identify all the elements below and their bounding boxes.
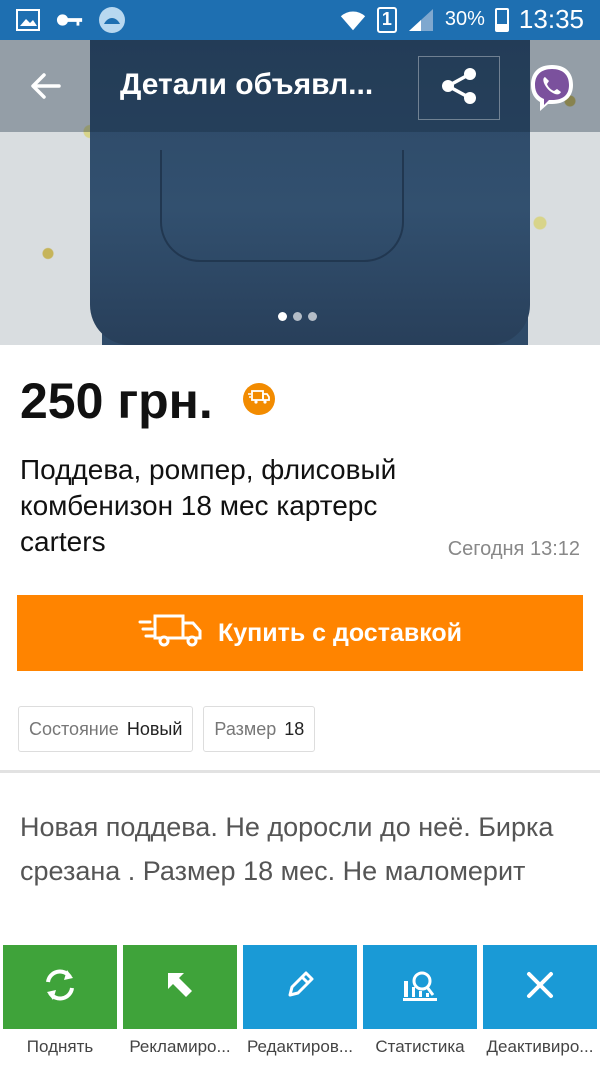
action-tile[interactable] bbox=[243, 945, 357, 1029]
action-label: Поднять bbox=[26, 1037, 94, 1056]
viber-button[interactable] bbox=[520, 58, 584, 122]
buy-with-delivery-button[interactable]: Купить с доставкой bbox=[17, 595, 583, 671]
clock: 13:35 bbox=[518, 4, 584, 34]
app-toolbar: Детали объявл... bbox=[0, 40, 600, 132]
back-arrow-icon bbox=[31, 72, 61, 104]
posted-date: Сегодня 13:12 bbox=[447, 538, 580, 560]
promote-button[interactable]: Рекламиро... bbox=[123, 945, 237, 1065]
action-label: Редактиров... bbox=[246, 1037, 354, 1056]
action-label: Статистика bbox=[375, 1037, 465, 1056]
wifi-icon bbox=[339, 6, 367, 34]
share-button[interactable] bbox=[418, 56, 500, 120]
page-title: Детали объявл... bbox=[120, 68, 374, 101]
status-bar: 1 30% 13:35 bbox=[0, 0, 600, 40]
statistics-button[interactable]: Статистика bbox=[363, 945, 477, 1065]
battery-fill bbox=[496, 23, 507, 30]
owner-actions-bar: Поднять Рекламиро... Редактиров... Статисти… bbox=[0, 945, 600, 1065]
battery-percent: 30% bbox=[444, 8, 485, 30]
gallery-dot bbox=[278, 312, 287, 321]
action-tile[interactable] bbox=[3, 945, 117, 1029]
param-value: Новый bbox=[126, 718, 183, 739]
lift-button[interactable]: Поднять bbox=[3, 945, 117, 1065]
sim-slot-badge: 1 bbox=[376, 6, 397, 33]
garment-pocket bbox=[160, 150, 404, 262]
delivery-badge bbox=[243, 383, 275, 415]
section-divider bbox=[0, 770, 600, 773]
deactivate-button[interactable]: Деактивиро... bbox=[483, 945, 597, 1065]
gallery-indicator bbox=[278, 312, 317, 321]
truck-icon bbox=[248, 389, 270, 409]
edit-button[interactable]: Редактиров... bbox=[243, 945, 357, 1065]
gallery-dot bbox=[308, 312, 317, 321]
pencil-icon bbox=[282, 967, 318, 1008]
key-icon bbox=[56, 6, 84, 34]
delivery-truck-icon bbox=[138, 613, 204, 654]
listing-title: Поддева, ромпер, флисовый комбенизон 18 … bbox=[20, 454, 397, 557]
gallery-dot bbox=[293, 312, 302, 321]
battery-icon bbox=[494, 7, 509, 32]
action-label: Деактивиро... bbox=[486, 1037, 594, 1056]
share-icon bbox=[439, 66, 479, 111]
param-chip: Размер 18 bbox=[203, 706, 316, 752]
buy-button-label: Купить с доставкой bbox=[217, 618, 463, 647]
param-value: 18 bbox=[284, 718, 305, 739]
action-tile[interactable] bbox=[363, 945, 477, 1029]
action-tile[interactable] bbox=[123, 945, 237, 1029]
stats-icon bbox=[400, 965, 440, 1010]
listing-price: 250 грн. bbox=[20, 373, 213, 429]
action-tile[interactable] bbox=[483, 945, 597, 1029]
app-icon bbox=[98, 6, 126, 34]
action-label: Рекламиро... bbox=[129, 1037, 231, 1056]
param-key: Состояние bbox=[29, 718, 119, 739]
listing-description: Новая поддева. Не доросли до неё. Бирка … bbox=[20, 812, 554, 886]
listing-params: Состояние Новый Размер 18 bbox=[18, 706, 316, 752]
back-button[interactable] bbox=[20, 62, 72, 114]
refresh-icon bbox=[40, 965, 80, 1010]
param-chip: Состояние Новый bbox=[18, 706, 194, 752]
viber-icon bbox=[527, 62, 577, 119]
gallery-icon bbox=[14, 6, 42, 34]
param-key: Размер bbox=[214, 718, 277, 739]
signal-icon bbox=[407, 6, 435, 34]
cursor-arrow-icon bbox=[162, 967, 198, 1008]
close-icon bbox=[524, 969, 556, 1006]
